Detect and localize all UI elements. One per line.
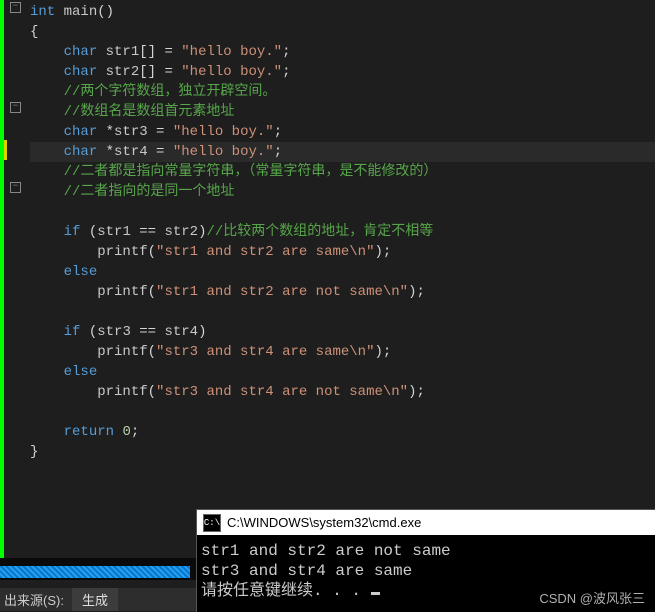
gutter: − − −: [0, 0, 26, 558]
comment: //两个字符数组，独立开辟空间。: [64, 84, 277, 100]
comment: //二者都是指向常量字符串，（常量字符串，是不能修改的）: [64, 164, 438, 180]
comment: //比较两个数组的地址，肯定不相等: [206, 224, 433, 240]
progress-strip: [0, 566, 190, 578]
fn-main: main: [64, 4, 98, 20]
comment: //二者指向的是同一个地址: [64, 184, 235, 200]
current-line-marker: [4, 140, 7, 160]
output-source-select[interactable]: 生成: [72, 588, 118, 611]
keyword-int: int: [30, 4, 55, 20]
cursor-icon: [371, 592, 380, 595]
code-editor[interactable]: − − − int main() { char str1[] = "hello …: [0, 0, 655, 558]
watermark: CSDN @波风张三: [539, 588, 645, 607]
cmd-icon: C:\: [203, 514, 221, 532]
fold-icon[interactable]: −: [10, 2, 21, 13]
console-title-bar[interactable]: C:\ C:\WINDOWS\system32\cmd.exe: [197, 510, 655, 535]
code-area[interactable]: int main() { char str1[] = "hello boy.";…: [26, 0, 655, 558]
fold-icon[interactable]: −: [10, 102, 21, 113]
console-title-text: C:\WINDOWS\system32\cmd.exe: [227, 515, 421, 530]
comment: //数组名是数组首元素地址: [64, 104, 235, 120]
output-source-label: 出来源(S):: [0, 590, 64, 609]
fold-icon[interactable]: −: [10, 182, 21, 193]
